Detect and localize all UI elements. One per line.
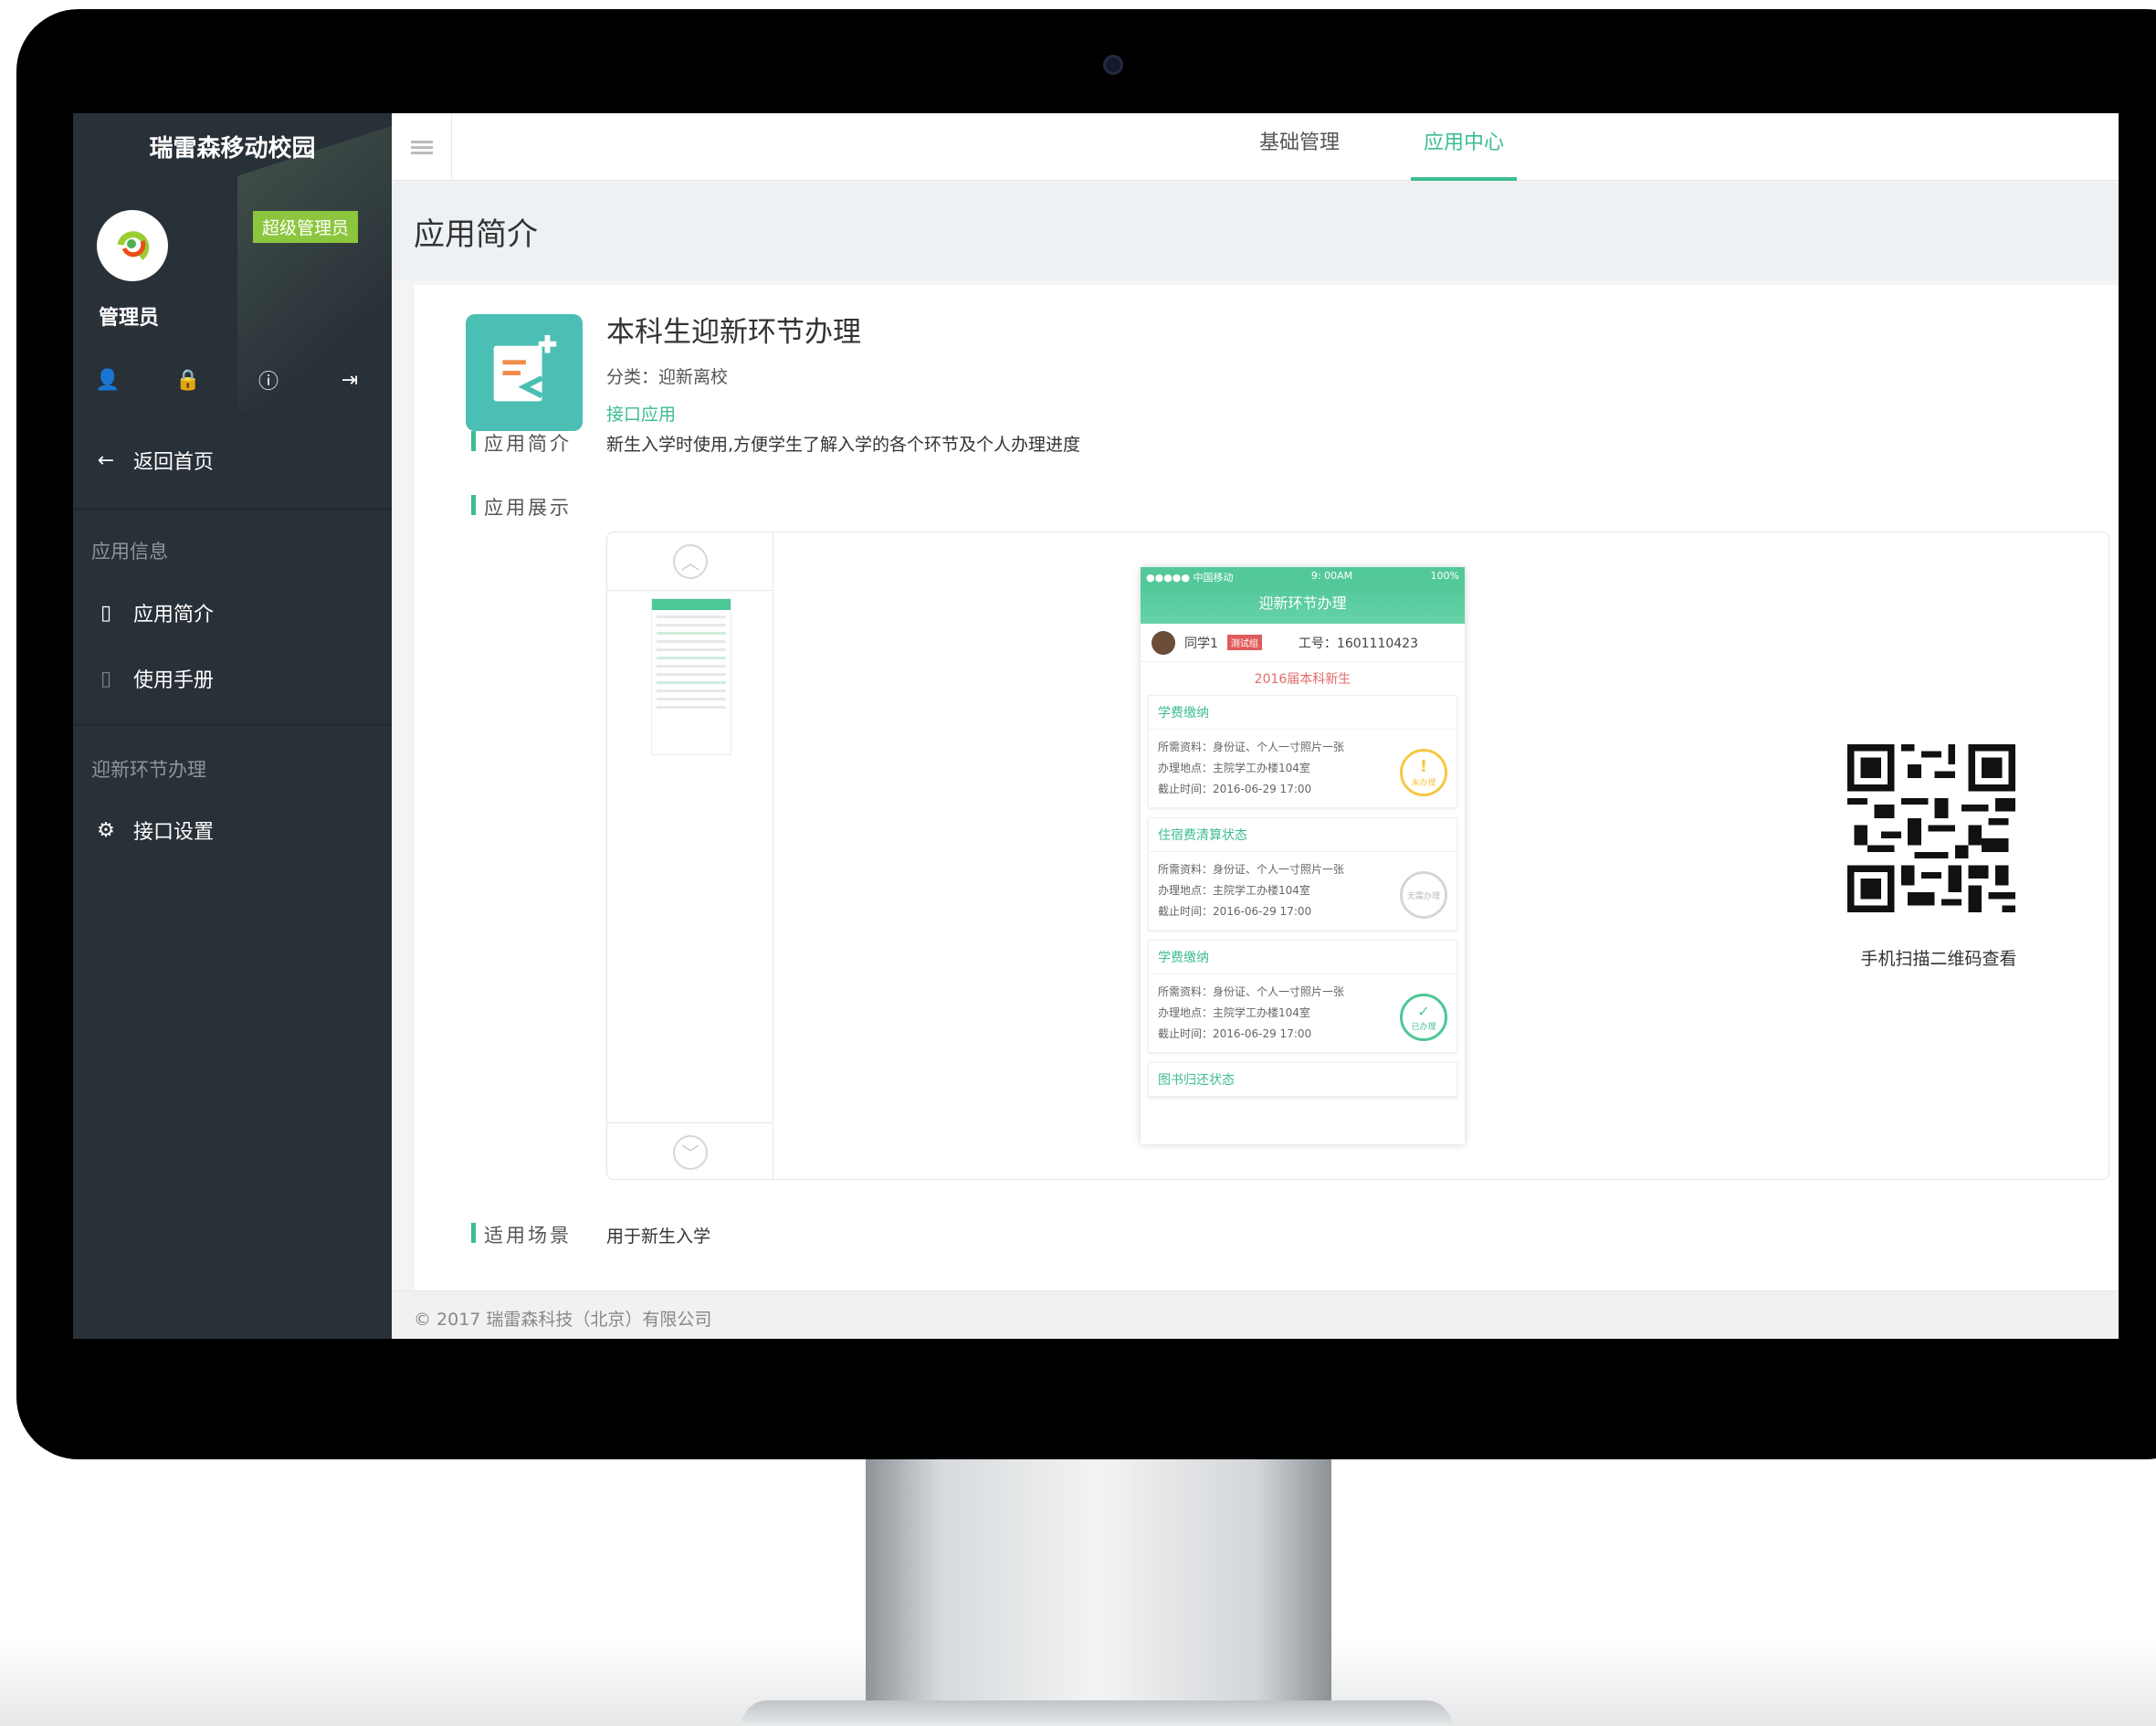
sidebar-item-app-manual[interactable]: ▯ 使用手册 [95,664,214,693]
back-home-link[interactable]: ← 返回首页 [95,446,214,475]
menu-toggle-button[interactable] [392,113,452,181]
sidebar: 瑞雷森移动校园 超级管理员 管理员 👤 🔒 ⓘ ⇥ ← 返回首页 应用信息 ▯ … [73,113,392,1339]
user-name: 同学1 [1184,636,1218,651]
task-card: 图书归还状态 [1148,1062,1457,1098]
card-line: 所需资料：身份证、个人一寸照片一张 [1158,741,1345,753]
task-card: 学费缴纳 所需资料：身份证、个人一寸照片一张 办理地点：主院学工办楼104室 截… [1148,940,1457,1053]
user-tag: 测试组 [1226,635,1262,650]
arrow-left-icon: ← [97,448,115,472]
sidebar-item-app-intro[interactable]: ▯ 应用简介 [95,598,214,627]
work-id: 工号：1601110423 [1298,636,1418,651]
super-admin-badge: 超级管理员 [253,211,359,243]
intro-text: 新生入学时使用,方便学生了解入学的各个环节及个人办理进度 [606,435,1081,455]
avatar [1152,630,1175,655]
user-icon[interactable]: 👤 [89,362,126,398]
screenshot-thumbnail[interactable] [651,598,731,755]
tab-basic-management[interactable]: 基础管理 [1250,113,1349,181]
book-icon: ▯ [100,667,112,690]
user-utility-row: 👤 🔒 ⓘ ⇥ [73,362,392,398]
section-welcome: 迎新环节办理 [91,759,206,781]
camera-icon [1103,55,1123,75]
battery-text: 100% [1430,570,1459,582]
back-home-label: 返回首页 [133,451,215,474]
showcase-label: 应用展示 [471,493,572,521]
intro-label: 应用简介 [471,429,572,457]
page-header: 应用简介 [392,182,2119,280]
qr-code-icon [1847,744,2015,912]
top-navbar: 基础管理 应用中心 [392,113,2119,181]
stamp-text: 未办理 [1411,779,1436,788]
card-title: 住宿费清算状态 [1149,818,1457,852]
sidebar-item-api-settings[interactable]: ⚙ 接口设置 [95,816,214,845]
sidebar-divider [73,723,392,726]
tab-app-center[interactable]: 应用中心 [1411,113,1517,181]
sidebar-item-label: 应用简介 [133,604,215,626]
brand-title: 瑞雷森移动校园 [149,135,316,163]
task-card: 学费缴纳 所需资料：身份证、个人一寸照片一张 办理地点：主院学工办楼104室 截… [1148,695,1457,808]
time-text: 9: 00AM [1310,570,1353,582]
chevron-up-icon: ︿ [673,543,708,579]
app-name: 本科生迎新环节办理 [606,316,861,349]
book-icon: ▯ [100,601,112,625]
app-document-icon [466,314,583,431]
gear-icon: ⚙ [97,818,115,842]
task-card: 住宿费清算状态 所需资料：身份证、个人一寸照片一张 办理地点：主院学工办楼104… [1148,817,1457,931]
card-line: 所需资料：身份证、个人一寸照片一张 [1158,863,1345,876]
monitor-stand [866,1459,1331,1720]
logout-icon[interactable]: ⇥ [331,362,368,398]
grade-text: 2016届本科新生 [1254,672,1351,687]
phone-user-row: 同学1 测试组 工号：1601110423 [1141,624,1465,662]
carrier-text: ●●●●● 中国移动 [1146,572,1234,584]
stamp-text: 无需办理 [1406,891,1440,901]
copyright-text: © 2017 瑞雷森科技（北京）有限公司 [414,1310,712,1330]
footer: © 2017 瑞雷森科技（北京）有限公司 [392,1290,2119,1339]
card-title: 学费缴纳 [1149,696,1457,730]
scroll-up-button[interactable]: ︿ [607,532,773,591]
admin-name: 管理员 [99,307,160,330]
card-line: 所需资料：身份证、个人一寸照片一张 [1158,985,1345,998]
section-app-info: 应用信息 [91,541,168,563]
app-showcase-gallery: ︿ ﹀ ●●●●● 中国移动 9: 00AM 100% 迎新环节办理 同学1 测… [606,531,2109,1180]
scroll-down-button[interactable]: ﹀ [607,1122,773,1179]
phone-title: 迎新环节办理 [1141,587,1465,624]
stamp-text: 已办理 [1411,1023,1436,1032]
monitor-foot [741,1700,1452,1726]
app-detail-panel: 本科生迎新环节办理 分类：迎新离校 接口应用 应用简介 新生入学时使用,方便学生… [415,285,2119,1290]
not-required-stamp-icon: 无需办理 [1400,871,1447,919]
app-category: 分类：迎新离校 [606,367,729,387]
info-icon[interactable]: ⓘ [250,362,287,398]
chevron-down-icon: ﹀ [673,1134,708,1170]
hamburger-icon [410,138,433,157]
sidebar-divider [73,508,392,510]
scene-label: 适用场景 [471,1221,572,1248]
page-title: 应用简介 [414,216,538,253]
pending-stamp-icon: ! 未办理 [1400,749,1447,796]
lock-icon[interactable]: 🔒 [170,362,206,398]
done-stamp-icon: ✓ 已办理 [1400,994,1447,1041]
phone-status-bar: ●●●●● 中国移动 9: 00AM 100% [1141,567,1465,587]
scene-text: 用于新生入学 [606,1226,711,1247]
card-title: 图书归还状态 [1149,1063,1457,1097]
screenshot-stage: { "sidebar": { "brand": "瑞雷森移动校园", "badg… [0,0,2156,1726]
phone-preview: ●●●●● 中国移动 9: 00AM 100% 迎新环节办理 同学1 测试组 工… [1141,567,1465,1144]
app-screen: 瑞雷森移动校园 超级管理员 管理员 👤 🔒 ⓘ ⇥ ← 返回首页 应用信息 ▯ … [73,113,2119,1339]
sidebar-item-label: 使用手册 [133,669,215,692]
thumbnail-strip: ︿ ﹀ [607,532,773,1179]
app-type-link[interactable]: 接口应用 [606,401,676,426]
sidebar-item-label: 接口设置 [133,821,215,844]
card-title: 学费缴纳 [1149,941,1457,974]
school-logo-icon [97,210,168,281]
qr-caption: 手机扫描二维码查看 [1860,949,2017,969]
